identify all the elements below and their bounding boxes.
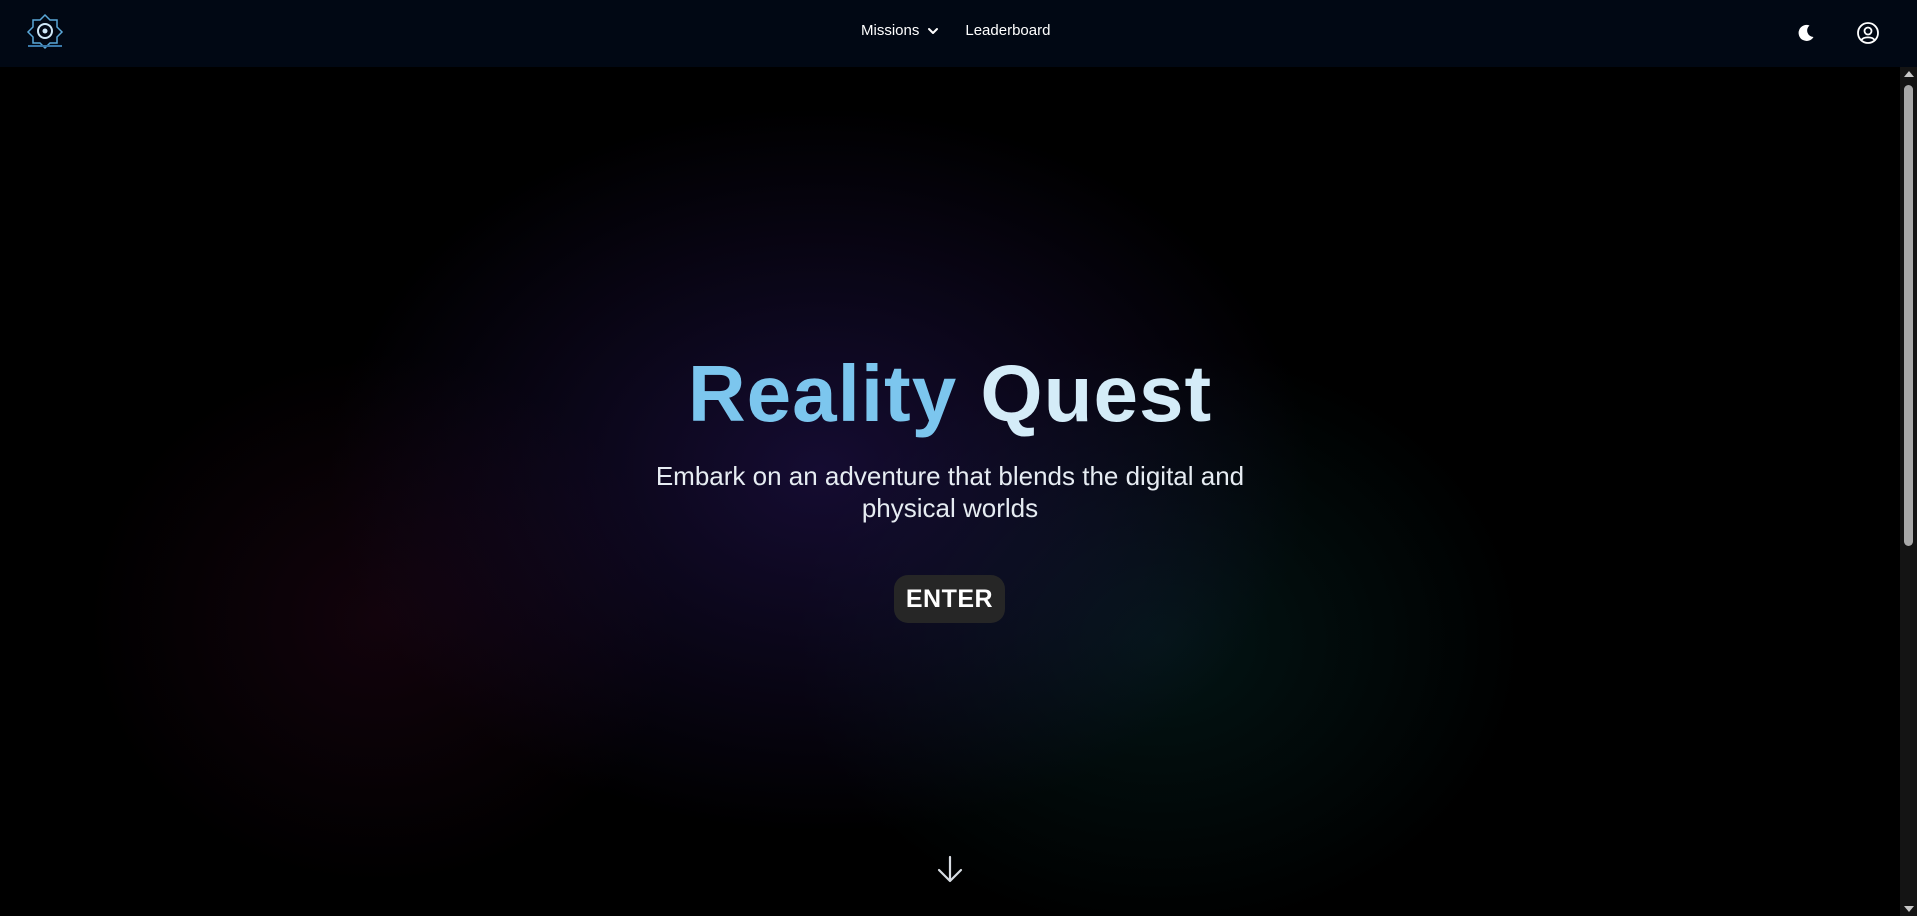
chevron-down-icon — [928, 27, 939, 34]
header-actions — [1793, 20, 1881, 46]
theme-toggle-button[interactable] — [1793, 20, 1819, 46]
nav-leaderboard-link[interactable]: Leaderboard — [965, 22, 1050, 39]
hero-title: Reality Quest — [0, 354, 1900, 434]
nav-missions-label: Missions — [861, 22, 920, 39]
vertical-scrollbar[interactable] — [1900, 67, 1917, 916]
moon-icon — [1798, 24, 1814, 41]
hero-subtitle: Embark on an adventure that blends the d… — [655, 461, 1245, 523]
user-circle-icon — [1857, 22, 1879, 44]
scroll-up-arrow-icon[interactable] — [1904, 71, 1914, 77]
nav-leaderboard-label: Leaderboard — [965, 22, 1051, 39]
reality-quest-logo-icon[interactable] — [24, 12, 66, 50]
page: Missions Leaderboard Reality Quest Embar… — [0, 0, 1917, 916]
enter-button[interactable]: ENTER — [894, 575, 1005, 623]
hero-title-word-2: Quest — [980, 349, 1213, 438]
scroll-down-button[interactable] — [934, 853, 966, 885]
arrow-down-icon — [937, 855, 963, 883]
scrollbar-thumb[interactable] — [1904, 85, 1913, 546]
account-button[interactable] — [1855, 20, 1881, 46]
nav-missions-dropdown[interactable]: Missions — [861, 22, 939, 39]
hero-section: Reality Quest Embark on an adventure tha… — [0, 67, 1900, 916]
scroll-down-arrow-icon[interactable] — [1904, 906, 1914, 912]
main-nav: Missions Leaderboard — [861, 22, 1050, 39]
hero-title-word-1: Reality — [687, 349, 958, 438]
top-navigation-bar: Missions Leaderboard — [0, 0, 1917, 67]
